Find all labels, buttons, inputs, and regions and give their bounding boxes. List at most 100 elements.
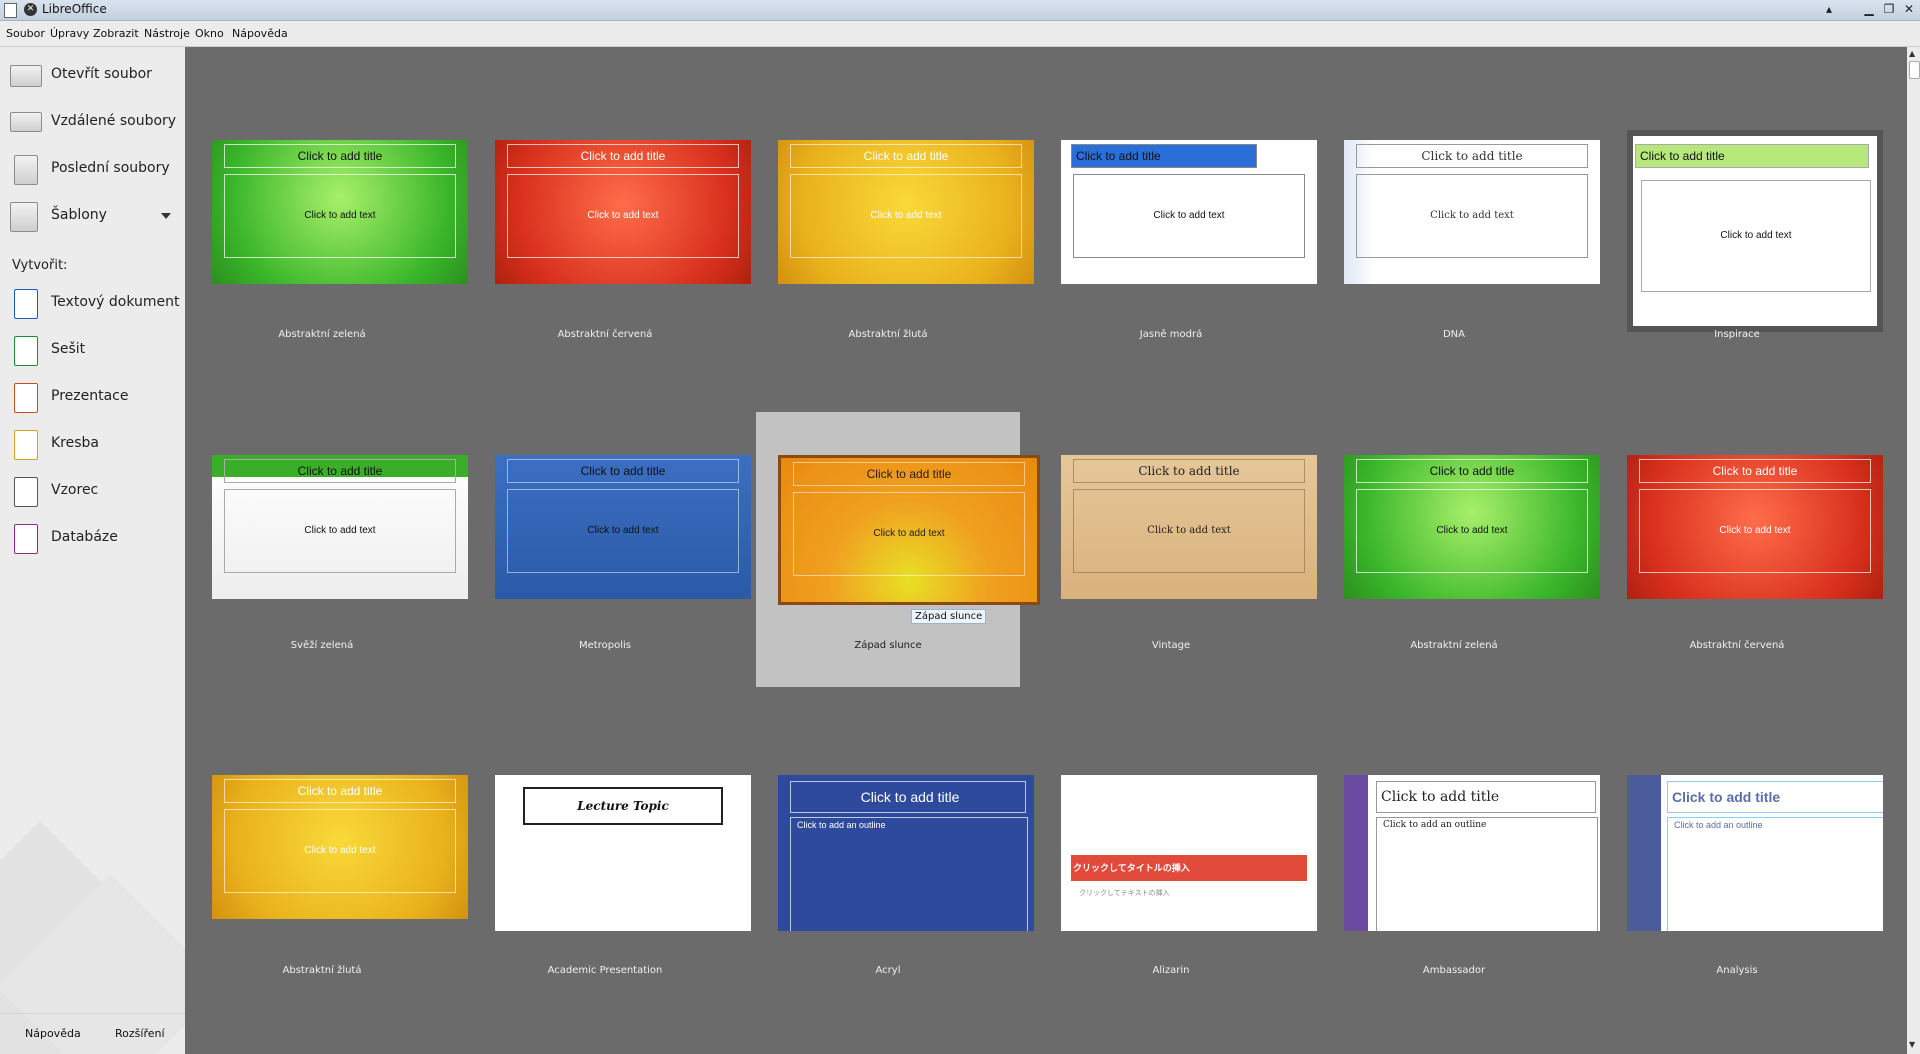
slide-title-placeholder: Click to add title — [793, 462, 1025, 486]
template-thumbnail: Click to add title Click to add text — [1061, 140, 1317, 284]
start-center-sidebar: Otevřít soubor Vzdálené soubory Poslední… — [0, 47, 185, 1054]
template-tile[interactable]: Click to add title Click to add text Vinta… — [1039, 412, 1317, 687]
math-icon — [14, 477, 38, 507]
folder-open-icon — [10, 65, 42, 87]
template-tile[interactable]: Click to add title Click to add text Jasně… — [1039, 87, 1317, 362]
template-name: Jasně modrá — [1139, 329, 1203, 340]
minimize-button[interactable]: ▁ — [1860, 1, 1878, 18]
create-label: Vytvořit: — [12, 258, 68, 273]
template-tile[interactable]: Click to add title Click to add an outlin… — [1605, 737, 1883, 1012]
template-name: Academic Presentation — [547, 965, 663, 976]
template-tile[interactable]: クリックしてタイトルの挿入 クリックしてテキストの挿入 Alizarin — [1039, 737, 1317, 1012]
menu-bar: Soubor Úpravy Zobrazit Nástroje Okno Náp… — [0, 21, 1920, 47]
create-writer-button[interactable]: Textový dokument — [10, 283, 180, 323]
scroll-up-icon[interactable]: ▲ — [1909, 49, 1915, 58]
template-name: Abstraktní žlutá — [282, 965, 362, 976]
impress-icon — [14, 383, 38, 413]
template-tile[interactable]: Click to add title Click to add text Abstr… — [756, 87, 1034, 362]
template-tile[interactable]: Click to add title Click to add text Metro… — [473, 412, 751, 687]
template-tile[interactable]: Click to add title Click to add text Abstr… — [1322, 412, 1600, 687]
menu-window[interactable]: Okno — [195, 27, 224, 40]
scrollbar-thumb[interactable] — [1909, 61, 1920, 79]
sidebar-item-label: Databáze — [51, 529, 118, 545]
slide-content-placeholder: Click to add text — [1073, 489, 1305, 573]
template-name: Západ slunce — [854, 640, 922, 651]
slide-content-placeholder: Click to add text — [1641, 180, 1871, 292]
chevron-down-icon[interactable] — [161, 213, 171, 219]
slide-title-placeholder: Click to add title — [507, 459, 739, 483]
slide-title-placeholder: Click to add title — [1667, 781, 1883, 813]
libreoffice-icon: ✕ — [24, 3, 37, 16]
template-name: Abstraktní žlutá — [848, 329, 928, 340]
menu-view[interactable]: Zobrazit — [93, 27, 139, 40]
sidebar-item-label: Šablony — [51, 207, 107, 223]
slide-content-placeholder: Click to add text — [507, 489, 739, 573]
sidebar-item-label: Vzdálené soubory — [51, 113, 177, 129]
template-name: Vintage — [1151, 640, 1191, 651]
template-tile[interactable]: Click to add title Click to add an outlin… — [756, 737, 1034, 1012]
slide-content-placeholder: Click to add text — [1639, 489, 1871, 573]
base-icon — [14, 524, 38, 554]
draw-icon — [14, 430, 38, 460]
template-name: Alizarin — [1152, 965, 1190, 976]
template-name: Svěží zelená — [290, 640, 354, 651]
create-math-button[interactable]: Vzorec — [10, 471, 180, 511]
template-tile[interactable]: Click to add title Click to add text Abstr… — [190, 737, 468, 1012]
shade-icon[interactable]: ▴ — [1820, 1, 1838, 18]
slide-title-placeholder: Click to add title — [1356, 459, 1588, 483]
menu-file[interactable]: Soubor — [6, 27, 45, 40]
menu-help[interactable]: Nápověda — [232, 27, 288, 40]
menu-edit[interactable]: Úpravy — [50, 27, 89, 40]
title-bar: ✕ LibreOffice ▴ ▁ ❐ ✕ — [0, 0, 1920, 21]
template-tile[interactable]: Click to add title Click to add text Západ… — [756, 412, 1040, 687]
help-button[interactable]: Nápověda — [25, 1027, 81, 1040]
slide-content-placeholder: Click to add text — [1073, 174, 1305, 258]
document-icon — [4, 3, 17, 18]
scroll-down-icon[interactable]: ▼ — [1909, 1040, 1915, 1049]
slide-title-placeholder: Lecture Topic — [523, 787, 723, 825]
template-thumbnail: Click to add title Click to add an outlin… — [1344, 775, 1600, 931]
close-button[interactable]: ✕ — [1900, 1, 1918, 18]
template-tile[interactable]: Click to add title Click to add text DNA — [1322, 87, 1600, 362]
template-tile[interactable]: Click to add title Click to add text Abstr… — [1605, 412, 1883, 687]
slide-content-placeholder: Click to add text — [224, 489, 456, 573]
create-calc-button[interactable]: Sešit — [10, 330, 180, 370]
open-file-button[interactable]: Otevřít soubor — [10, 55, 180, 95]
slide-title-placeholder: Click to add title — [1073, 459, 1305, 483]
slide-content-placeholder: Click to add text — [1356, 489, 1588, 573]
template-name: Abstraktní zelená — [278, 329, 366, 340]
sidebar-item-label: Prezentace — [51, 388, 129, 404]
slide-content-placeholder: Click to add text — [790, 174, 1022, 258]
slide-content-placeholder: Click to add text — [224, 174, 456, 258]
template-tile[interactable]: Click to add title Click to add text Svěží… — [190, 412, 468, 687]
template-tile[interactable]: Click to add title Click to add text Inspi… — [1605, 87, 1883, 362]
slide-title-placeholder: Click to add title — [1071, 144, 1257, 168]
templates-icon — [10, 202, 38, 232]
recent-files-button[interactable]: Poslední soubory — [10, 149, 180, 189]
template-tile[interactable]: Click to add title Click to add text Abstr… — [473, 87, 751, 362]
menu-tools[interactable]: Nástroje — [144, 27, 190, 40]
template-tile[interactable]: Click to add title Click to add an outlin… — [1322, 737, 1600, 1012]
template-tile[interactable]: Lecture Topic Academic Presentation — [473, 737, 751, 1012]
template-tooltip: Západ slunce — [911, 609, 987, 624]
template-thumbnail: Click to add title Click to add text — [1627, 130, 1883, 332]
remote-files-button[interactable]: Vzdálené soubory — [10, 102, 180, 142]
template-thumbnail: Click to add title Click to add text — [212, 455, 468, 599]
maximize-button[interactable]: ❐ — [1880, 1, 1898, 18]
writer-icon — [14, 289, 38, 319]
template-name: Analysis — [1716, 965, 1758, 976]
template-thumbnail: Click to add title Click to add text — [1627, 455, 1883, 599]
sidebar-item-label: Vzorec — [51, 482, 99, 498]
create-impress-button[interactable]: Prezentace — [10, 377, 180, 417]
create-draw-button[interactable]: Kresba — [10, 424, 180, 464]
template-tile[interactable]: Click to add title Click to add text Abstr… — [190, 87, 468, 362]
templates-button[interactable]: Šablony — [10, 196, 180, 236]
vertical-scrollbar[interactable]: ▲ ▼ — [1907, 47, 1920, 1054]
window-title: LibreOffice — [42, 2, 107, 16]
template-grid: Click to add title Click to add text Abstr… — [185, 47, 1907, 1054]
template-thumbnail: Click to add title Click to add text — [1344, 140, 1600, 284]
extensions-button[interactable]: Rozšíření — [115, 1027, 165, 1040]
slide-content-placeholder: Click to add an outline — [790, 817, 1028, 931]
template-thumbnail: Click to add title Click to add text — [495, 140, 751, 284]
create-base-button[interactable]: Databáze — [10, 518, 180, 558]
